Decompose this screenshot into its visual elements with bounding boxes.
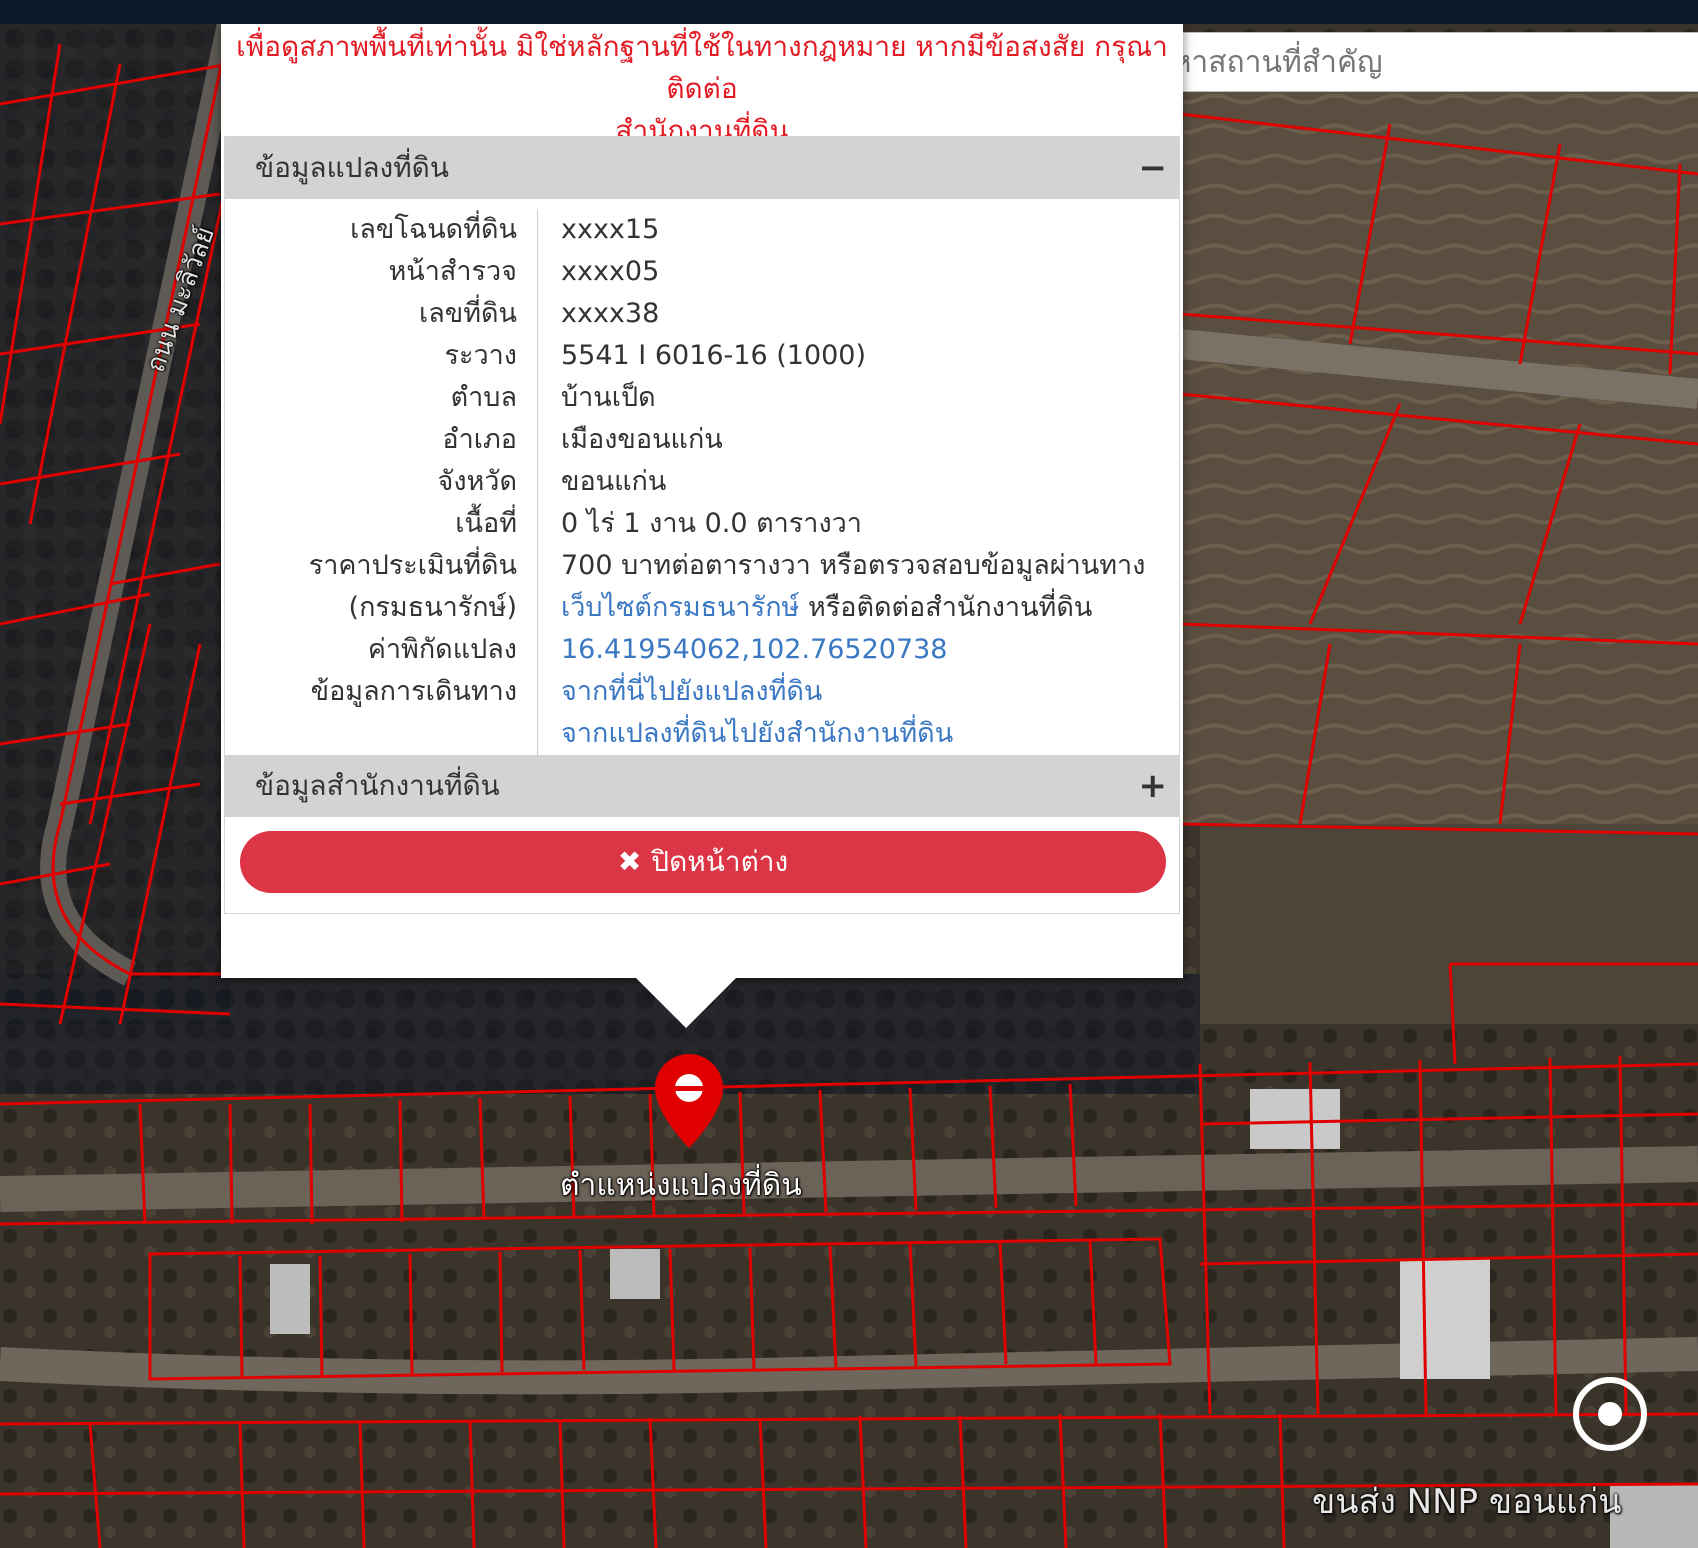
area-label: เนื้อที่	[455, 508, 517, 539]
district-value: เมืองขอนแก่น	[561, 424, 723, 455]
subdistrict-value: บ้านเป็ด	[561, 382, 656, 413]
appraisal-rest: หรือติดต่อสำนักงานที่ดิน	[799, 592, 1093, 623]
parcel-marker-label: ตำแหน่งแปลงที่ดิน	[560, 1168, 802, 1203]
field-row-sheet: ระวาง 5541 I 6016-16 (1000)	[225, 335, 1181, 377]
nav-to-parcel-link[interactable]: จากที่นี่ไปยังแปลงที่ดิน	[561, 671, 822, 713]
district-label: อำเภอ	[442, 424, 517, 455]
field-row-appraisal-2: (กรมธนารักษ์) เว็บไซต์กรมธนารักษ์ หรือติ…	[225, 587, 1181, 629]
parcel-section-header[interactable]: ข้อมูลแปลงที่ดิน −	[225, 137, 1179, 199]
field-row-survey: หน้าสำรวจ xxxx05	[225, 251, 1181, 293]
province-value: ขอนแก่น	[561, 466, 667, 497]
search-input[interactable]	[1124, 32, 1698, 92]
parcel-info-panel: ข้อมูลแปลงที่ดิน − เลขโฉนดที่ดิน xxxx15 …	[224, 136, 1180, 914]
parcel-fields: เลขโฉนดที่ดิน xxxx15 หน้าสำรวจ xxxx05 เล…	[225, 199, 1179, 755]
popup-pointer	[636, 978, 736, 1028]
office-section-header[interactable]: ข้อมูลสำนักงานที่ดิน +	[225, 755, 1179, 817]
field-row-district: อำเภอ เมืองขอนแก่น	[225, 419, 1181, 461]
close-window-button[interactable]: ✖ ปิดหน้าต่าง	[240, 831, 1166, 893]
appraisal-label-2: (กรมธนารักษ์)	[348, 592, 517, 623]
poi-label: ขนส่ง NNP ขอนแก่น	[1312, 1482, 1622, 1522]
disclaimer: เพื่อดูสภาพพื้นที่เท่านั้น มิใช่หลักฐานท…	[221, 24, 1183, 152]
survey-page-value: xxxx05	[561, 256, 660, 287]
sheet-label: ระวาง	[444, 340, 517, 371]
field-row-nav: ข้อมูลการเดินทาง จากที่นี่ไปยังแปลงที่ดิ…	[225, 671, 1181, 713]
field-row-subdistrict: ตำบล บ้านเป็ด	[225, 377, 1181, 419]
subdistrict-label: ตำบล	[450, 382, 517, 413]
expand-icon[interactable]: +	[1139, 755, 1168, 817]
field-row-coords: ค่าพิกัดแปลง 16.41954062,102.76520738	[225, 629, 1181, 671]
close-button-label: ปิดหน้าต่าง	[651, 845, 789, 878]
appraisal-value-2: เว็บไซต์กรมธนารักษ์ หรือติดต่อสำนักงานที…	[561, 587, 1092, 629]
field-row-nav-2: จากแปลงที่ดินไปยังสำนักงานที่ดิน	[225, 713, 1181, 755]
coords-label: ค่าพิกัดแปลง	[367, 634, 517, 665]
top-bar	[0, 0, 1698, 24]
nav-to-office-link[interactable]: จากแปลงที่ดินไปยังสำนักงานที่ดิน	[561, 713, 953, 755]
field-row-land-no: เลขที่ดิน xxxx38	[225, 293, 1181, 335]
field-row-area: เนื้อที่ 0 ไร่ 1 งาน 0.0 ตารางวา	[225, 503, 1181, 545]
nav-label: ข้อมูลการเดินทาง	[310, 676, 517, 707]
disclaimer-line-1: เพื่อดูสภาพพื้นที่เท่านั้น มิใช่หลักฐานท…	[236, 30, 1168, 105]
appraisal-value: 700 บาทต่อตารางวา หรือตรวจสอบข้อมูลผ่านท…	[561, 550, 1146, 581]
close-icon: ✖	[617, 845, 642, 878]
sheet-value: 5541 I 6016-16 (1000)	[561, 340, 867, 371]
land-no-value: xxxx38	[561, 298, 660, 329]
treasury-website-link[interactable]: เว็บไซต์กรมธนารักษ์	[561, 592, 799, 623]
appraisal-label: ราคาประเมินที่ดิน	[308, 550, 517, 581]
parcel-info-popup: เพื่อดูสภาพพื้นที่เท่านั้น มิใช่หลักฐานท…	[221, 24, 1183, 978]
office-section-title: ข้อมูลสำนักงานที่ดิน	[255, 769, 500, 802]
deed-no-value: xxxx15	[561, 214, 660, 245]
province-label: จังหวัด	[437, 466, 518, 497]
coords-link[interactable]: 16.41954062,102.76520738	[561, 629, 948, 671]
parcel-section-title: ข้อมูลแปลงที่ดิน	[255, 151, 450, 184]
area-value: 0 ไร่ 1 งาน 0.0 ตารางวา	[561, 508, 862, 539]
land-no-label: เลขที่ดิน	[418, 298, 517, 329]
field-row-deed: เลขโฉนดที่ดิน xxxx15	[225, 209, 1181, 251]
deed-no-label: เลขโฉนดที่ดิน	[350, 214, 517, 245]
survey-page-label: หน้าสำรวจ	[388, 256, 517, 287]
field-row-province: จังหวัด ขอนแก่น	[225, 461, 1181, 503]
collapse-icon[interactable]: −	[1139, 137, 1168, 199]
field-row-appraisal: ราคาประเมินที่ดิน 700 บาทต่อตารางวา หรือ…	[225, 545, 1181, 587]
